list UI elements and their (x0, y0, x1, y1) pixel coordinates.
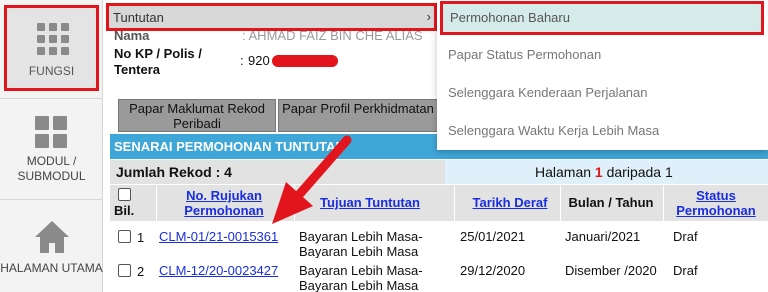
rujukan-link[interactable]: CLM-12/20-0023427 (159, 263, 278, 278)
table-header: Bil. No. Rujukan Permohonan Tujuan Tuntu… (110, 185, 768, 221)
th-tarikh: Tarikh Deraf (460, 185, 560, 221)
menu-label: Tuntutan (113, 10, 164, 25)
cell-rujukan: CLM-12/20-0023427 (159, 263, 278, 278)
th-bulan: Bulan / Tahun (568, 195, 654, 210)
pager-total: 1 (665, 164, 673, 180)
divider (0, 199, 103, 200)
table-row: 2 CLM-12/20-0023427 Bayaran Lebih Masa- … (110, 258, 768, 292)
th-tujuan: Tujuan Tuntutan (300, 185, 440, 221)
cell-rujukan: CLM-01/21-0015361 (159, 229, 278, 244)
cell-bulan: Disember /2020 (565, 263, 657, 278)
home-icon (35, 221, 69, 253)
row-checkbox[interactable] (118, 264, 131, 277)
rujukan-link[interactable]: CLM-01/21-0015361 (159, 229, 278, 244)
th-bil: Bil. (114, 187, 154, 223)
sort-status-link[interactable]: Status Permohonan (676, 188, 755, 218)
cell-status: Draf (673, 263, 698, 278)
sort-tujuan-link[interactable]: Tujuan Tuntutan (320, 195, 420, 210)
kp-value: 920 (248, 53, 270, 68)
col-divider (454, 185, 455, 221)
cell-bil: 2 (137, 264, 145, 279)
table-row: 1 CLM-01/21-0015361 Bayaran Lebih Masa- … (110, 224, 768, 259)
menu-item-permohonan-baharu[interactable]: Permohonan Baharu (440, 1, 764, 35)
kp-colon: : (240, 53, 244, 68)
menu-item-kenderaan[interactable]: Selenggara Kenderaan Perjalanan (437, 74, 768, 111)
grid-icon (37, 23, 69, 55)
pager-mid: daripada (602, 164, 665, 180)
cell-status: Draf (673, 229, 698, 244)
th-status: Status Permohonan (666, 185, 766, 221)
cell-tujuan: Bayaran Lebih Masa- Bayaran Lebih Masa (299, 263, 423, 292)
col-divider (560, 185, 561, 221)
kp-label: No KP / Polis / Tentera (114, 46, 202, 77)
pager: Halaman 1 daripada 1 (535, 164, 673, 180)
redaction-mark (272, 55, 338, 67)
sidebar-item-label: MODUL / SUBMODUL (17, 154, 86, 183)
divider (0, 98, 103, 99)
col-divider (294, 185, 295, 221)
sidebar: FUNGSI MODUL / SUBMODUL HALAMAN UTAMA (0, 0, 103, 292)
tuntutan-submenu: Permohonan Baharu Papar Status Permohona… (437, 0, 768, 150)
grid-icon (35, 116, 67, 148)
sort-rujukan-link[interactable]: No. Rujukan Permohonan (184, 188, 263, 218)
menu-item-waktu-kerja[interactable]: Selenggara Waktu Kerja Lebih Masa (437, 112, 768, 149)
sidebar-item-modul[interactable]: MODUL / SUBMODUL (0, 112, 103, 192)
sidebar-item-halaman-utama[interactable]: HALAMAN UTAMA (0, 216, 103, 292)
tab-rekod-peribadi[interactable]: Papar Maklumat Rekod Peribadi (118, 99, 276, 132)
cell-bulan: Januari/2021 (565, 229, 641, 244)
menu-tuntutan[interactable]: Tuntutan › (106, 3, 437, 31)
sidebar-item-label: FUNGSI (28, 64, 75, 78)
count-row: Jumlah Rekod : 4 Halaman 1 daripada 1 (110, 160, 768, 184)
chevron-right-icon: › (426, 9, 431, 24)
sidebar-item-label: HALAMAN UTAMA (0, 261, 103, 275)
col-divider (663, 185, 664, 221)
row-checkbox[interactable] (118, 230, 131, 243)
cell-bil: 1 (137, 230, 145, 245)
sidebar-item-fungsi[interactable]: FUNGSI (4, 5, 99, 91)
col-divider (156, 185, 157, 221)
cell-tarikh: 25/01/2021 (460, 229, 526, 244)
th-rujukan: No. Rujukan Permohonan (158, 185, 290, 221)
pager-current: 1 (594, 164, 603, 180)
pager-prefix: Halaman (535, 164, 595, 180)
cell-tarikh: 29/12/2020 (460, 263, 526, 278)
th-bil-label: Bil. (114, 203, 135, 218)
record-count: Jumlah Rekod : 4 (116, 164, 232, 180)
pager-box: Halaman 1 daripada 1 (445, 160, 768, 184)
cell-tujuan: Bayaran Lebih Masa- Bayaran Lebih Masa (299, 229, 423, 259)
sort-tarikh-link[interactable]: Tarikh Deraf (473, 195, 548, 210)
tab-profil-perkhidmatan[interactable]: Papar Profil Perkhidmatan (278, 99, 438, 132)
select-all-checkbox[interactable] (118, 188, 131, 201)
menu-item-papar-status[interactable]: Papar Status Permohonan (437, 36, 768, 73)
